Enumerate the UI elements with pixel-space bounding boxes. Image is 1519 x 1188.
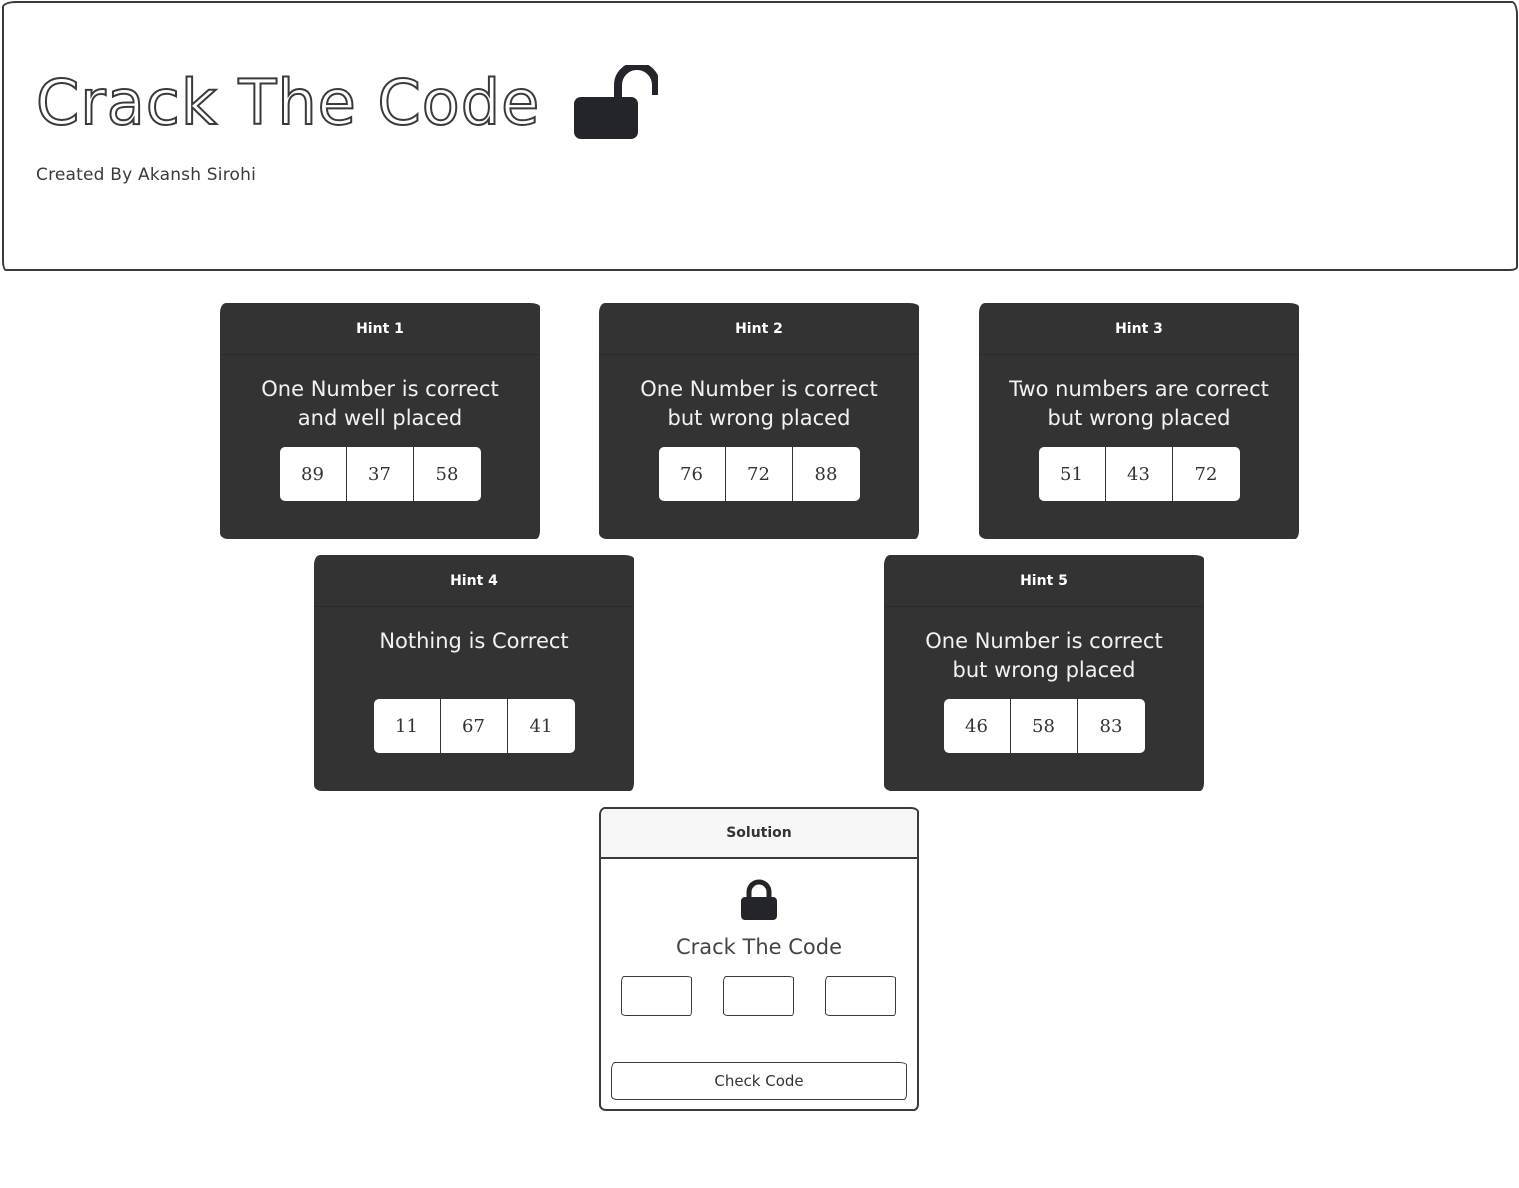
hint-digits: 51 43 72 <box>979 447 1299 501</box>
hint-label: Hint 3 <box>979 303 1299 355</box>
solution-label: Solution <box>601 809 917 859</box>
lock-icon <box>741 879 777 920</box>
hint-text: Two numbers are correct but wrong placed <box>1009 377 1269 430</box>
header-jumbotron: Crack The Code Created By Akansh Sirohi <box>2 1 1518 271</box>
solution-card: Solution Crack The Code Check Code <box>599 807 919 1111</box>
hint-digits: 46 58 83 <box>884 699 1204 753</box>
hint-digit: 72 <box>1172 447 1240 501</box>
check-code-button[interactable]: Check Code <box>611 1062 907 1100</box>
hint-digit: 51 <box>1038 447 1106 501</box>
hint-digit: 58 <box>413 447 481 501</box>
hint-digit: 88 <box>792 447 860 501</box>
hint-digit: 89 <box>279 447 347 501</box>
author-credit: Created By Akansh Sirohi <box>36 165 257 185</box>
hint-label: Hint 4 <box>314 555 634 607</box>
unlock-icon <box>574 65 659 139</box>
hint-digit: 58 <box>1010 699 1078 753</box>
hint-text: One Number is correct but wrong placed <box>640 377 878 430</box>
hint-card-4: Hint 4 Nothing is Correct 11 67 41 <box>314 555 634 791</box>
hint-digit: 37 <box>346 447 414 501</box>
solution-title: Crack The Code <box>675 935 843 959</box>
hint-digits: 89 37 58 <box>220 447 540 501</box>
hint-text: One Number is correct and well placed <box>261 377 499 430</box>
hint-digit: 72 <box>725 447 793 501</box>
hint-digit: 67 <box>440 699 508 753</box>
page-title: Crack The Code <box>35 66 541 139</box>
hint-digit: 83 <box>1077 699 1145 753</box>
code-input-3[interactable] <box>825 976 896 1016</box>
hint-card-1: Hint 1 One Number is correct and well pl… <box>220 303 540 539</box>
hint-label: Hint 1 <box>220 303 540 355</box>
hint-digits: 76 72 88 <box>599 447 919 501</box>
hint-text: Nothing is Correct <box>379 629 569 653</box>
hint-label: Hint 2 <box>599 303 919 355</box>
title-row: Crack The Code <box>35 65 659 141</box>
hint-card-5: Hint 5 One Number is correct but wrong p… <box>884 555 1204 791</box>
hint-digit: 76 <box>658 447 726 501</box>
code-input-2[interactable] <box>723 976 794 1016</box>
code-input-1[interactable] <box>621 976 692 1016</box>
hint-digit: 11 <box>373 699 441 753</box>
hint-card-2: Hint 2 One Number is correct but wrong p… <box>599 303 919 539</box>
hint-digits: 11 67 41 <box>314 699 634 753</box>
hint-digit: 43 <box>1105 447 1173 501</box>
hint-text: One Number is correct but wrong placed <box>925 629 1163 682</box>
hint-digit: 46 <box>943 699 1011 753</box>
hint-label: Hint 5 <box>884 555 1204 607</box>
hint-digit: 41 <box>507 699 575 753</box>
hint-card-3: Hint 3 Two numbers are correct but wrong… <box>979 303 1299 539</box>
